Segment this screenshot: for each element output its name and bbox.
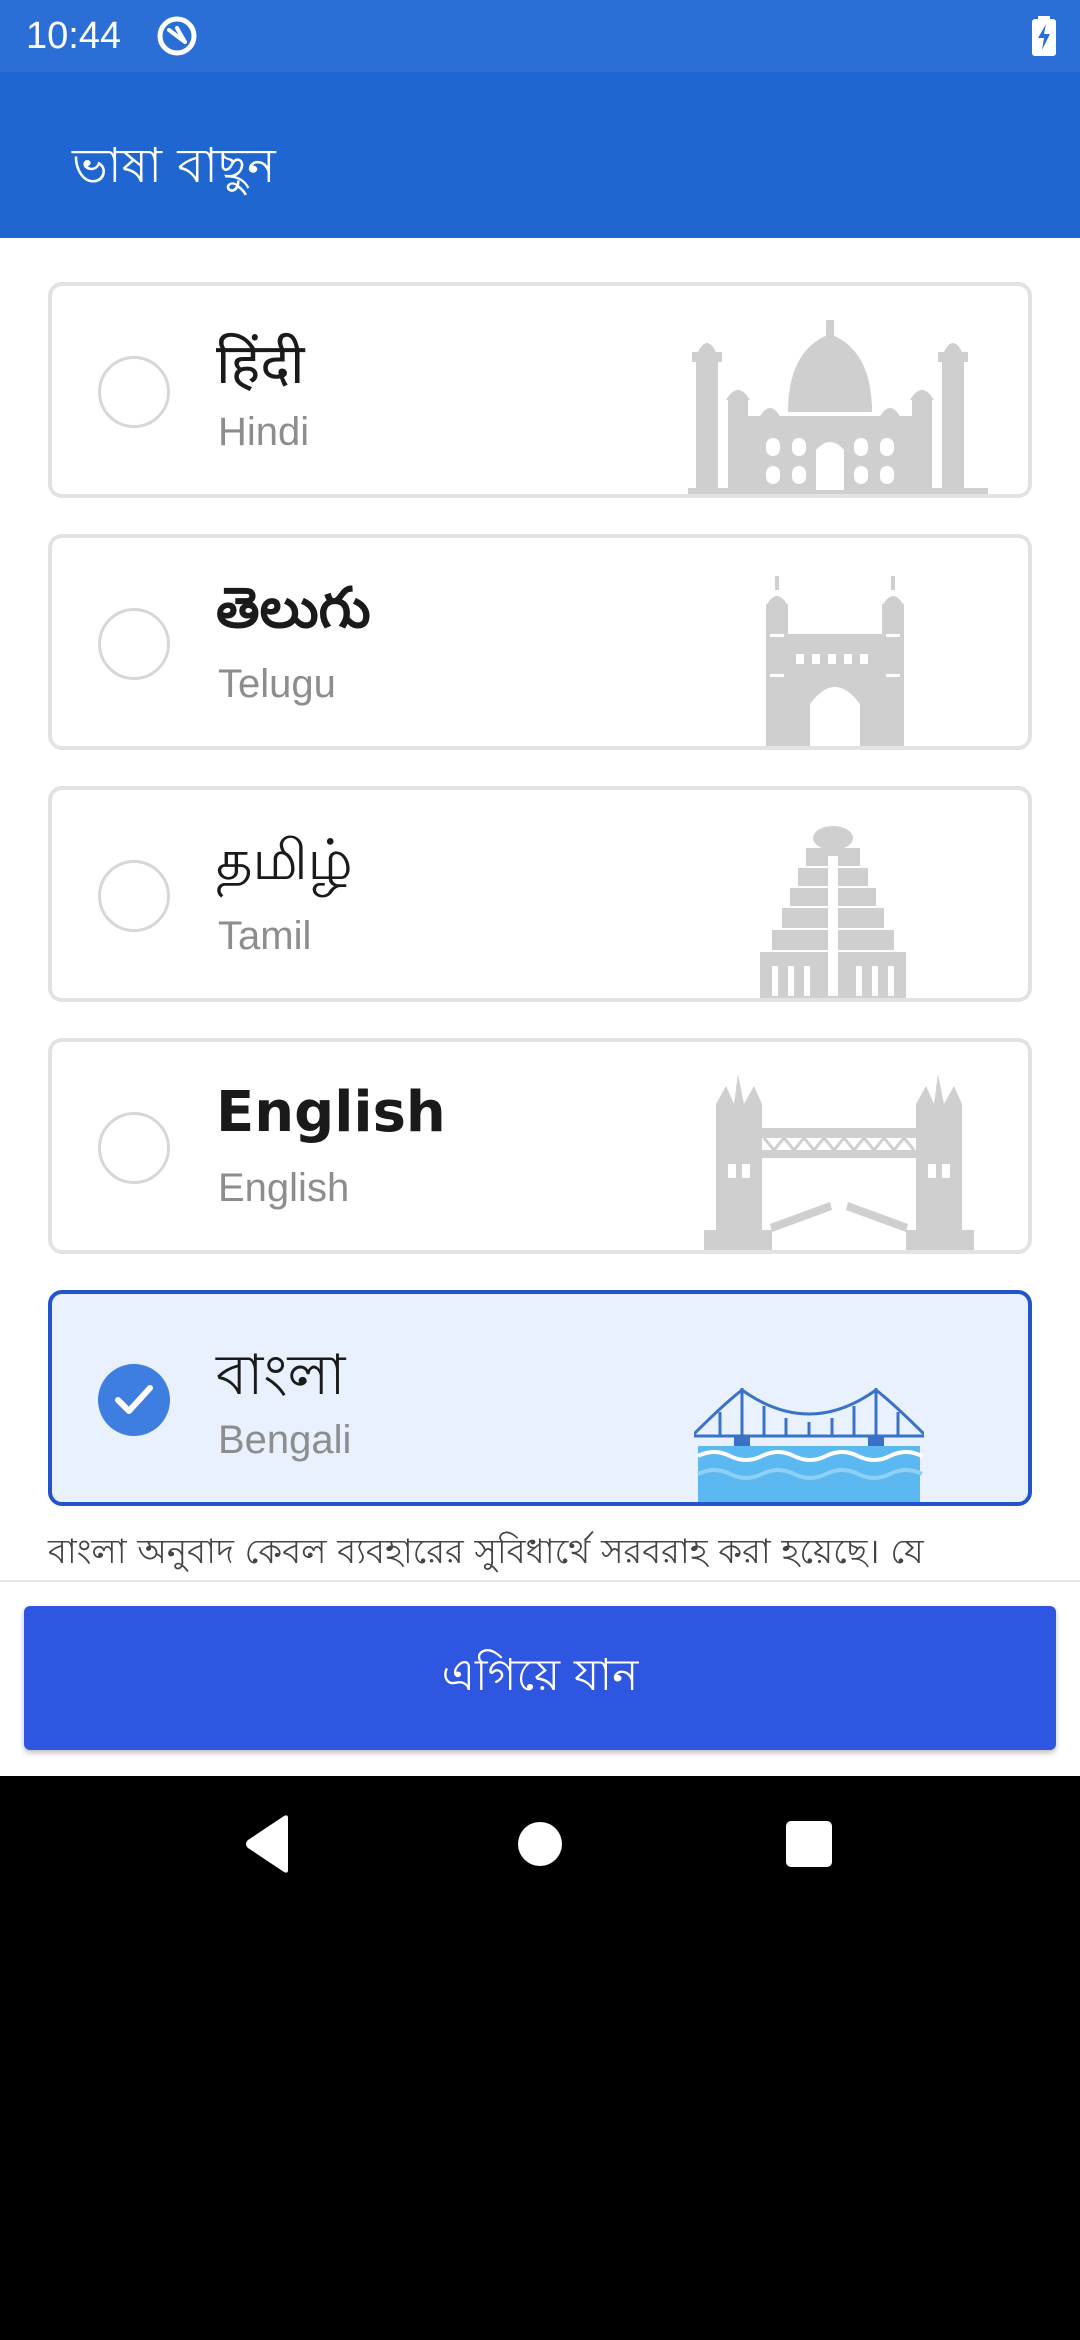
status-bar: 10:44 [0,0,1080,72]
taj-mahal-icon [688,320,988,494]
language-option-bengali[interactable]: বাংলা Bengali [48,1290,1032,1506]
bottom-action-area: এগিয়ে যান [0,1580,1080,1776]
language-option-telugu[interactable]: తెలుగు Telugu [48,534,1032,750]
language-option-hindi[interactable]: हिंदी Hindi [48,282,1032,498]
tower-bridge-icon [704,1074,974,1250]
page-title: ভাষা বাছুন [72,138,276,194]
home-icon[interactable] [518,1814,562,1874]
app-notification-icon [157,16,197,56]
back-icon[interactable] [242,1814,294,1874]
language-option-english[interactable]: English English [48,1038,1032,1254]
radio-button[interactable] [98,608,170,680]
native-language-name: தமிழ் [216,828,353,893]
language-list: हिंदी Hindi తెలుగు Telugu தமிழ் Tamil En… [0,238,1080,1776]
app-bar: ভাষা বাছুন [0,72,1080,238]
checkmark-icon [115,1385,153,1414]
navigation-bar [0,1776,1080,1920]
native-language-name: বাংলা [216,1343,346,1408]
english-language-name: Tamil [218,914,312,958]
english-language-name: English [218,1166,350,1210]
native-language-name: हिंदी [216,332,305,397]
radio-button[interactable] [98,1112,170,1184]
language-option-tamil[interactable]: தமிழ் Tamil [48,786,1032,1002]
english-language-name: Hindi [218,410,310,454]
continue-button[interactable]: এগিয়ে যান [24,1606,1056,1750]
radio-button-checked[interactable] [98,1364,170,1436]
temple-gopuram-icon [760,826,906,998]
native-language-name: English [216,1080,446,1145]
battery-charging-icon [1032,16,1056,56]
screen: 10:44 ভাষা বাছুন हिंदी Hindi తెలుగు Telu… [0,0,1080,2340]
howrah-bridge-icon [694,1388,924,1502]
english-language-name: Bengali [218,1418,352,1462]
english-language-name: Telugu [218,662,336,706]
charminar-icon [766,576,904,746]
translation-disclaimer: বাংলা অনুবাদ কেবল ব্যবহারের সুবিধার্থে স… [48,1532,924,1572]
recents-icon[interactable] [786,1814,832,1874]
native-language-name: తెలుగు [216,576,371,641]
radio-button[interactable] [98,356,170,428]
status-time: 10:44 [26,14,122,57]
radio-button[interactable] [98,860,170,932]
